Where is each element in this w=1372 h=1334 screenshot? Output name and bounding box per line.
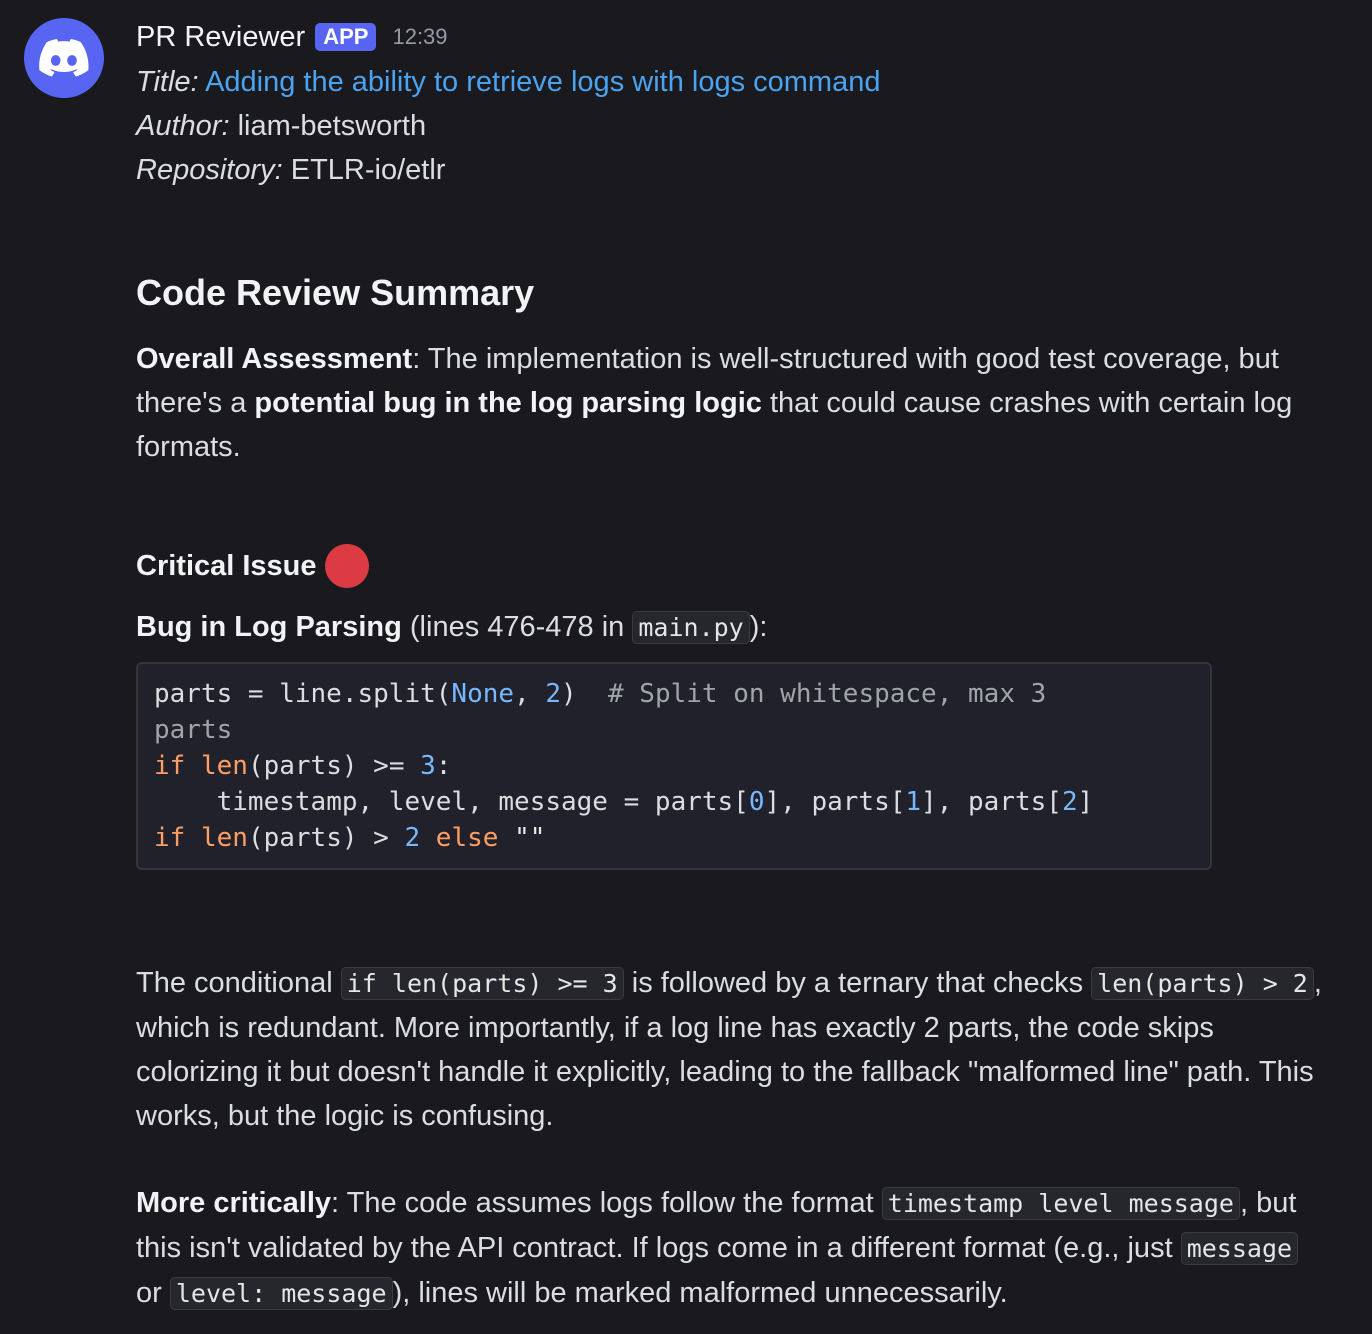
code-keyword: else xyxy=(435,823,499,853)
pr-repo-value: ETLR-io/etlr xyxy=(290,154,446,186)
code-token: timestamp, level, message = parts[ xyxy=(154,787,749,817)
code-number: 2 xyxy=(404,823,421,853)
inline-code: if len(parts) >= 3 xyxy=(340,967,624,1000)
red-circle-icon xyxy=(324,544,369,588)
pr-author-line: Author: liam-betsworth xyxy=(136,104,1336,148)
code-number: 3 xyxy=(420,751,436,781)
para-text: or xyxy=(136,1277,170,1309)
title-label: Title: xyxy=(136,66,199,98)
code-token: ] xyxy=(1077,787,1094,817)
bug-file-code: main.py xyxy=(632,611,750,644)
code-number: 2 xyxy=(1061,787,1078,817)
para-text: The conditional xyxy=(136,967,341,999)
code-token: (parts) >= xyxy=(247,751,421,781)
timestamp[interactable]: 12:39 xyxy=(392,24,447,50)
pr-title-link[interactable]: Adding the ability to retrieve logs with… xyxy=(205,66,880,98)
code-keyword: len xyxy=(200,751,248,781)
author-name[interactable]: PR Reviewer xyxy=(136,21,305,54)
code-token: , xyxy=(514,679,546,709)
more-critically-paragraph: More critically: The code assumes logs f… xyxy=(136,1181,1326,1316)
conditional-paragraph: The conditional if len(parts) >= 3 is fo… xyxy=(136,961,1341,1138)
code-number: 0 xyxy=(748,787,765,817)
overall-assessment: Overall Assessment: The implementation i… xyxy=(136,337,1336,469)
avatar[interactable] xyxy=(24,18,104,98)
code-token: 2 xyxy=(545,679,562,709)
inline-code: timestamp level message xyxy=(881,1187,1240,1220)
code-block[interactable]: parts = line.split(None, 2) # Split on w… xyxy=(136,662,1212,870)
repo-label: Repository: xyxy=(136,154,283,186)
critical-issue-heading: Critical Issue xyxy=(136,544,369,588)
discord-logo-icon xyxy=(39,39,89,77)
code-token: parts = line.split( xyxy=(154,679,452,709)
code-token: (parts) > xyxy=(247,823,405,853)
code-keyword: len xyxy=(200,823,248,853)
inline-code: level: message xyxy=(169,1277,393,1310)
overall-bold: potential bug in the log parsing logic xyxy=(254,387,762,419)
code-token: ], parts[ xyxy=(764,787,906,817)
code-comment: parts xyxy=(154,715,233,745)
code-comment: # Split on whitespace, max 3 xyxy=(607,679,1047,709)
summary-heading: Code Review Summary xyxy=(136,272,535,313)
author-label: Author: xyxy=(136,110,230,142)
overall-label: Overall Assessment xyxy=(136,343,413,375)
code-keyword: if xyxy=(154,823,186,853)
code-token: ], parts[ xyxy=(921,787,1062,817)
para-text: : The code assumes logs follow the forma… xyxy=(331,1187,882,1219)
pr-title-line: Title: Adding the ability to retrieve lo… xyxy=(136,60,1336,104)
pr-author-value: liam-betsworth xyxy=(237,110,427,142)
code-token: None xyxy=(451,679,515,709)
message-header: PR Reviewer APP 12:39 xyxy=(136,14,1336,60)
code-token: ) xyxy=(561,679,608,709)
code-token: : xyxy=(435,751,452,781)
code-string: "" xyxy=(514,823,546,853)
para-text: is followed by a ternary that checks xyxy=(623,967,1092,999)
para-text: ), lines will be marked malformed unnece… xyxy=(392,1277,1008,1309)
bug-end: ): xyxy=(749,611,768,643)
inline-code: message xyxy=(1180,1232,1299,1265)
inline-code: len(parts) > 2 xyxy=(1091,967,1314,1000)
app-badge: APP xyxy=(315,23,377,51)
code-number: 1 xyxy=(905,787,922,817)
more-critically-label: More critically xyxy=(136,1187,332,1219)
bug-description: Bug in Log Parsing (lines 476-478 in mai… xyxy=(136,605,767,650)
pr-repo-line: Repository: ETLR-io/etlr xyxy=(136,148,1336,192)
message-content: PR Reviewer APP 12:39 Title: Adding the … xyxy=(136,14,1336,1310)
bug-label: Bug in Log Parsing xyxy=(136,611,402,643)
code-keyword: if xyxy=(154,751,186,781)
bug-text: (lines 476-478 in xyxy=(401,611,633,643)
critical-issue-title: Critical Issue xyxy=(136,549,317,582)
